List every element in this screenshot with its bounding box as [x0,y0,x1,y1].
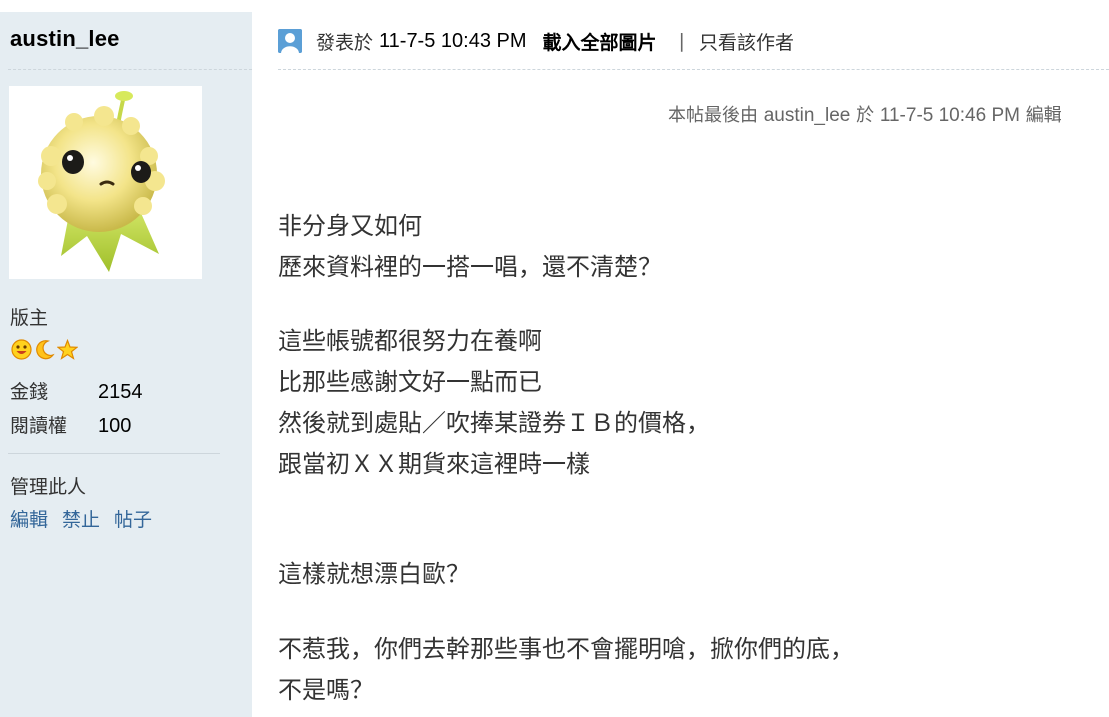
posted-time: 11-7-5 10:43 PM [379,29,527,52]
post-line: 不是嗎？ [278,676,374,704]
divider [278,69,1109,70]
post-paragraph: 不惹我，你們去幹那些事也不會擺明嗆，掀你們的底， 不是嗎？ [278,629,854,711]
author-sidebar: austin_lee 版主 金錢 2154 閱讀權 100 管理此人 編輯 禁止… [0,12,252,717]
post-paragraph: 這些帳號都很努力在養啊 比那些感謝文好一點而已 然後就到處貼／吹捧某證券ＩＢ的價… [278,321,710,485]
posted-prefix: 發表於 [316,31,374,54]
author-role: 版主 [10,307,49,329]
post-line: 比那些感謝文好一點而已 [278,368,542,396]
divider [8,453,220,454]
user-posts-link[interactable]: 帖子 [114,509,152,531]
manage-links: 編輯 禁止 帖子 [10,505,166,532]
ban-user-link[interactable]: 禁止 [62,509,100,531]
post-line: 歷來資料裡的一搭一唱，還不清楚？ [278,253,662,281]
stat-read-permission-label: 閱讀權 [10,415,68,437]
post-paragraph: 非分身又如何 歷來資料裡的一搭一唱，還不清楚？ [278,206,662,288]
edit-note-time: 11-7-5 10:46 PM [879,105,1020,126]
header-separator: | [678,30,685,52]
post-line: 這些帳號都很努力在養啊 [278,327,542,355]
stat-read-permission-value: 100 [98,415,132,437]
star-icon[interactable] [56,338,78,360]
edit-note-user: austin_lee [763,105,851,126]
moon-icon[interactable] [33,338,55,360]
avatar[interactable] [9,86,202,279]
load-all-images-link[interactable]: 載入全部圖片 [543,28,657,55]
stat-money-value: 2154 [98,381,143,403]
author-username[interactable]: austin_lee [10,26,120,52]
edit-note-prefix: 本帖最後由 [668,105,758,126]
user-online-icon [278,29,302,53]
edit-note-suffix: 編輯 [1025,105,1062,126]
smiley-icon[interactable] [10,338,32,360]
divider [8,69,252,70]
medal-list [10,338,78,360]
only-this-author-link[interactable]: 只看該作者 [699,28,794,55]
post-line: 跟當初ＸＸ期貨來這裡時一樣 [278,450,590,478]
edit-user-link[interactable]: 編輯 [10,509,48,531]
post-line: 非分身又如何 [278,212,422,240]
stat-money-label: 金錢 [10,381,49,403]
post-line: 然後就到處貼／吹捧某證券ＩＢ的價格， [278,409,710,437]
post-line: 這樣就想漂白歐？ [278,560,470,588]
stat-read-permission: 閱讀權 100 [10,411,131,438]
post-paragraph: 這樣就想漂白歐？ [278,554,470,595]
avatar-image [9,86,202,279]
post-line: 不惹我，你們去幹那些事也不會擺明嗆，掀你們的底， [278,635,854,663]
post-header: 發表於 11-7-5 10:43 PM 載入全部圖片 | 只看該作者 [278,28,794,54]
stat-money: 金錢 2154 [10,377,143,404]
manage-user-label: 管理此人 [10,476,87,498]
edit-note: 本帖最後由 austin_lee 於 11-7-5 10:46 PM 編輯 [668,101,1062,127]
edit-note-mid: 於 [856,105,875,126]
